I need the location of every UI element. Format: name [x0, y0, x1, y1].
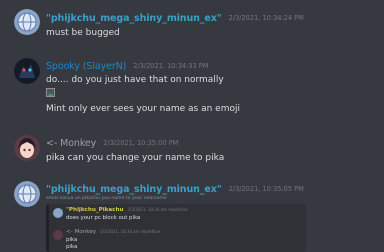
quoted-text: pika [66, 237, 78, 243]
quoted-author[interactable]: "Phijkchu_Pikachu [66, 207, 123, 213]
author-name[interactable]: <- Monkey [46, 138, 96, 149]
broken-image-icon[interactable] [46, 88, 55, 97]
globe-avatar-icon[interactable] [14, 181, 40, 207]
timestamp: 2/3/2021, 10:35:05 PM [228, 185, 304, 193]
message-text: must be bugged [46, 28, 120, 38]
quoted-text: pika [66, 244, 78, 250]
message-text: Mint only ever sees your name as an emoj… [46, 104, 240, 114]
dark-character-avatar-icon[interactable] [14, 58, 40, 84]
globe-avatar-icon [53, 208, 63, 218]
author-name[interactable]: "phijkchu_mega_shiny_minun_ex" [46, 184, 222, 195]
embed-header: emas kosua un pikachu you name to your n… [46, 196, 167, 201]
timestamp: 2/3/2021, 10:34:33 PM [133, 62, 209, 70]
quoted-timestamp: 2/3/2021, 10:34 am repetitive [100, 229, 161, 234]
author-name[interactable]: Spooky (SlayerN) [46, 61, 126, 72]
quoted-embed: "Phijkchu_Pikachu 2/3/2021, 10:34 am repe… [46, 204, 306, 252]
anime-girl-avatar-icon[interactable] [14, 135, 40, 161]
message-header: <- Monkey 2/3/2021, 10:35:00 PM [46, 137, 178, 150]
message-text: do.... do you just have that on normally [46, 75, 224, 85]
author-name[interactable]: "phijkchu_mega_shiny_minun_ex" [46, 13, 222, 24]
quoted-reply-header: <- Monkey 2/3/2021, 10:34 am repetitive [66, 229, 160, 235]
message-header: "phijkchu_mega_shiny_minun_ex" 2/3/2021, … [46, 12, 304, 25]
quoted-author[interactable]: <- Monkey [66, 229, 96, 235]
anime-girl-avatar-icon [53, 230, 63, 240]
timestamp: 2/3/2021, 10:35:00 PM [103, 139, 179, 147]
message-text: pika can you change your name to pika [46, 153, 225, 163]
message-header: Spooky (SlayerN) 2/3/2021, 10:34:33 PM [46, 60, 208, 73]
quoted-text: does your pc block out pika [66, 215, 141, 221]
globe-avatar-icon[interactable] [14, 9, 40, 35]
message-header: "phijkchu_mega_shiny_minun_ex" 2/3/2021, … [46, 183, 304, 196]
quoted-timestamp: 2/3/2021, 10:34 am repetitive [127, 207, 188, 212]
quoted-reply-header: "Phijkchu_Pikachu 2/3/2021, 10:34 am repe… [66, 207, 188, 213]
timestamp: 2/3/2021, 10:34:24 PM [228, 14, 304, 22]
